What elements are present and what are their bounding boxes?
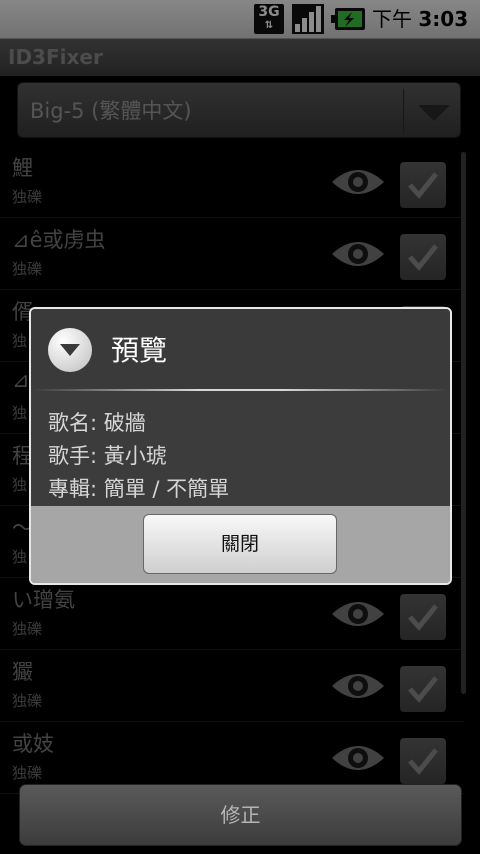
dialog-info-icon: [48, 328, 92, 372]
artist-line: 歌手: 黃小琥: [48, 444, 167, 468]
dialog-button-bar: 關閉: [31, 506, 450, 583]
preview-dialog: 預覽 歌名: 破牆 歌手: 黃小琥 專輯: 簡單 / 不簡單 關閉: [29, 307, 452, 585]
dialog-body: 歌名: 破牆 歌手: 黃小琥 專輯: 簡單 / 不簡單: [31, 391, 450, 506]
close-button[interactable]: 關閉: [143, 514, 337, 574]
song-name-line: 歌名: 破牆: [48, 411, 146, 435]
dialog-title: 預覽: [111, 334, 168, 367]
fix-button[interactable]: 修正: [19, 784, 462, 846]
album-line: 專輯: 簡單 / 不簡單: [48, 477, 230, 501]
dialog-header: 預覽: [31, 309, 450, 389]
